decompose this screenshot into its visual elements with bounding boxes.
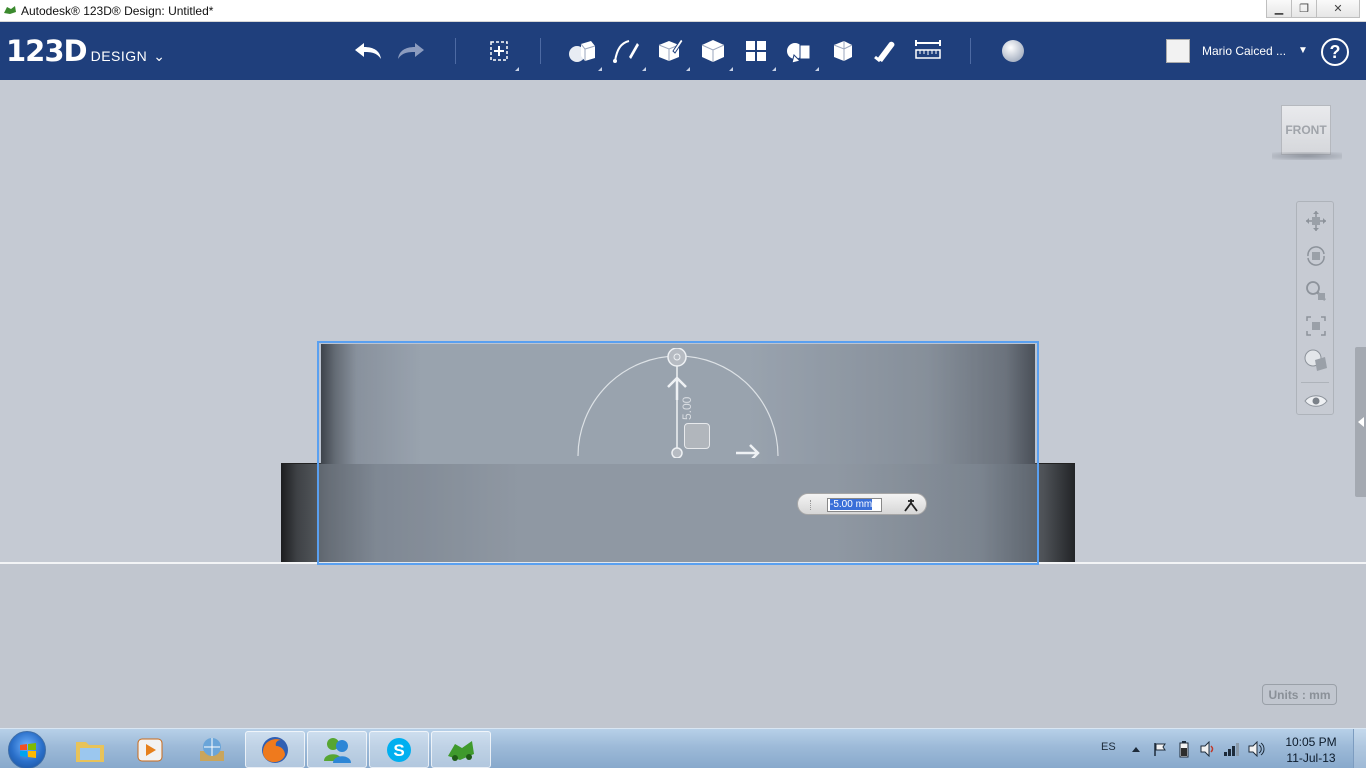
visibility-icon[interactable] — [1301, 386, 1331, 416]
view-cube[interactable]: FRONT — [1281, 105, 1331, 155]
side-panel-toggle[interactable] — [1355, 347, 1366, 497]
sketch-icon[interactable] — [610, 35, 646, 71]
snap-icon[interactable] — [869, 35, 901, 67]
chevron-down-icon: ⌄ — [153, 48, 166, 64]
battery-icon[interactable] — [1178, 740, 1190, 758]
measure-icon[interactable] — [912, 35, 944, 67]
distance-value[interactable]: -5.00 mm — [830, 499, 873, 510]
toolbar-separator — [455, 38, 456, 64]
material-icon[interactable] — [997, 35, 1029, 67]
chevron-left-icon — [1358, 417, 1364, 427]
brand-logo: 123D — [6, 34, 88, 68]
window-title-bar: Autodesk® 123D® Design: Untitled* ▁ ❐ ✕ — [0, 0, 1366, 22]
explorer-taskbar-icon[interactable] — [60, 731, 120, 768]
primitives-icon[interactable] — [566, 35, 602, 71]
window-title: Autodesk® 123D® Design: Untitled* — [21, 4, 214, 18]
system-clock[interactable]: 10:05 PM 11-Jul-13 — [1280, 734, 1342, 766]
ground-plane — [0, 564, 1366, 728]
app-taskbar-icon[interactable] — [182, 731, 242, 768]
messenger-taskbar-icon[interactable] — [307, 731, 367, 768]
windows-taskbar: S ES 10:05 PM 11-Jul-13 — [0, 728, 1366, 768]
transform-icon[interactable] — [483, 35, 519, 71]
rotate-handle[interactable] — [575, 348, 780, 458]
snap-toggle-icon[interactable] — [902, 496, 920, 514]
language-indicator[interactable]: ES — [1101, 741, 1116, 753]
nav-separator — [1301, 382, 1329, 383]
minimize-icon[interactable]: ▁ — [1266, 0, 1292, 18]
view-style-icon[interactable] — [1301, 346, 1331, 376]
zoom-icon[interactable] — [1301, 276, 1331, 306]
navigation-bar — [1296, 201, 1334, 415]
dimension-label: 5.00 — [680, 396, 694, 420]
orbit-icon[interactable] — [1301, 241, 1331, 271]
close-icon[interactable]: ✕ — [1316, 0, 1360, 18]
combine-icon[interactable] — [826, 35, 858, 67]
grip-icon[interactable] — [810, 500, 812, 510]
restore-icon[interactable]: ❐ — [1291, 0, 1317, 18]
svg-text:S: S — [393, 741, 404, 760]
app-menu-button[interactable]: 123D DESIGN ⌄ — [6, 34, 165, 68]
volume-icon[interactable] — [1199, 741, 1217, 757]
windows-logo-icon — [20, 743, 36, 758]
brand-name: DESIGN — [90, 48, 148, 64]
help-button[interactable]: ? — [1321, 38, 1349, 66]
clock-time: 10:05 PM — [1285, 735, 1337, 749]
avatar[interactable] — [1166, 39, 1190, 63]
distance-input[interactable]: -5.00 mm — [827, 498, 882, 512]
modify-icon[interactable] — [697, 35, 733, 71]
pan-icon[interactable] — [1301, 206, 1331, 236]
show-hidden-icons-icon[interactable] — [1131, 745, 1141, 753]
123d-design-taskbar-icon[interactable] — [431, 731, 491, 768]
firefox-taskbar-icon[interactable] — [245, 731, 305, 768]
action-center-flag-icon[interactable] — [1152, 741, 1168, 757]
grouping-icon[interactable] — [783, 35, 819, 71]
media-player-taskbar-icon[interactable] — [120, 731, 180, 768]
skype-taskbar-icon[interactable]: S — [369, 731, 429, 768]
main-toolbar: 123D DESIGN ⌄ Mario Caiced ... ▼ ? — [0, 22, 1366, 80]
move-handle-square[interactable] — [684, 423, 710, 449]
network-signal-icon[interactable] — [1223, 741, 1241, 757]
fit-icon[interactable] — [1301, 311, 1331, 341]
value-input-pill: -5.00 mm — [797, 493, 927, 515]
toolbar-separator — [970, 38, 971, 64]
user-name[interactable]: Mario Caiced ... — [1202, 44, 1286, 58]
redo-icon[interactable] — [395, 35, 427, 67]
app-icon — [4, 6, 16, 14]
units-indicator[interactable]: Units : mm — [1262, 684, 1337, 705]
start-button[interactable] — [8, 731, 46, 768]
3d-viewport[interactable]: 5.00 -5.00 mm FRONT Units : mm — [0, 80, 1366, 728]
pattern-icon[interactable] — [740, 35, 776, 71]
toolbar-separator — [540, 38, 541, 64]
show-desktop-button[interactable] — [1353, 729, 1366, 768]
construct-icon[interactable] — [654, 35, 690, 71]
speaker-icon[interactable] — [1247, 741, 1265, 757]
clock-date: 11-Jul-13 — [1286, 751, 1336, 765]
view-cube-shadow — [1272, 152, 1342, 160]
user-dropdown-icon[interactable]: ▼ — [1298, 45, 1308, 56]
undo-icon[interactable] — [352, 35, 384, 67]
